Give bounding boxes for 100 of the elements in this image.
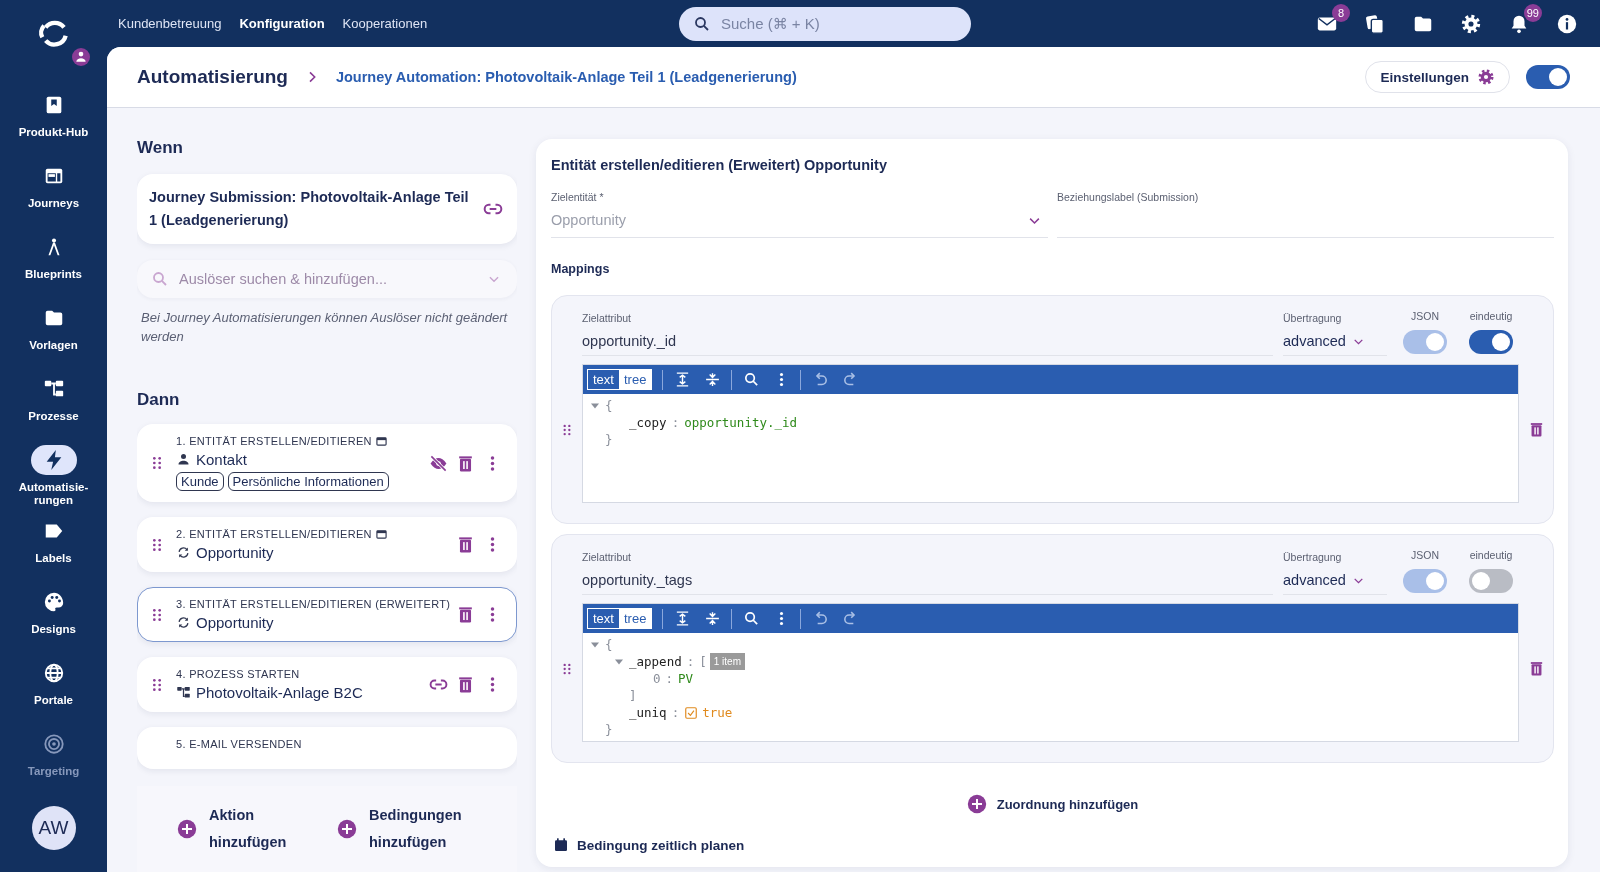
section-heading: Dann bbox=[137, 390, 181, 410]
palette-icon bbox=[42, 591, 65, 613]
copies-icon[interactable] bbox=[1364, 12, 1386, 35]
json-colon: : bbox=[670, 704, 681, 721]
nav-tab[interactable]: Konfiguration bbox=[239, 16, 325, 31]
tag: Persönliche Informationen bbox=[227, 472, 389, 491]
table-icon bbox=[375, 435, 387, 447]
field-label: Zielattribut bbox=[582, 551, 633, 563]
delete-icon[interactable] bbox=[456, 675, 475, 694]
unique-toggle[interactable] bbox=[1469, 569, 1513, 593]
person-icon bbox=[176, 452, 191, 467]
add-action-button[interactable]: Aktion hinzufügen bbox=[177, 802, 297, 856]
action-card[interactable]: 1. ENTITÄT ERSTELLEN/EDITIEREN Kontakt Kunde Persönliche Informationen bbox=[137, 424, 517, 502]
checkbox-icon[interactable] bbox=[684, 705, 699, 720]
json-editor[interactable]: text tree { _copy : opportunity._id } bbox=[582, 364, 1519, 503]
plus-icon bbox=[177, 819, 197, 839]
toggle-label: eindeutig bbox=[1469, 310, 1513, 322]
sync-icon bbox=[176, 545, 191, 560]
delete-icon[interactable] bbox=[456, 605, 475, 624]
action-name: Photovoltaik-Anlage B2C bbox=[196, 684, 363, 701]
json-key: _copy bbox=[629, 414, 667, 431]
mode-tab[interactable]: tree bbox=[618, 370, 652, 389]
action-name: Opportunity bbox=[196, 544, 274, 561]
search-icon bbox=[151, 270, 169, 288]
sidebar-item[interactable]: Journeys bbox=[3, 161, 104, 232]
sidebar-item[interactable]: Produkt-Hub bbox=[3, 90, 104, 161]
plus-icon bbox=[966, 794, 987, 814]
field-label: Übertragung bbox=[1283, 312, 1343, 324]
item-count-badge: 1 item bbox=[709, 653, 745, 670]
hint-text: Bei Journey Automatisierungen können Auslöser nicht geändert werden bbox=[141, 309, 509, 346]
json-colon: : bbox=[685, 653, 696, 670]
settings-icon[interactable] bbox=[1460, 12, 1482, 35]
json-bracket: { bbox=[605, 397, 613, 414]
add-mapping-button[interactable]: Zuordnung hinzufügen bbox=[960, 793, 1145, 815]
sidebar-item[interactable]: Blueprints bbox=[3, 232, 104, 303]
hidden-icon[interactable] bbox=[429, 453, 448, 473]
json-value: true bbox=[702, 704, 733, 721]
calendar-icon bbox=[553, 837, 569, 853]
info-icon[interactable] bbox=[1556, 12, 1578, 35]
relation-label-field[interactable]: Beziehungslabel (Submission) bbox=[1057, 191, 1554, 238]
search-icon bbox=[693, 14, 711, 33]
action-card[interactable]: 2. ENTITÄT ERSTELLEN/EDITIEREN Opportunity bbox=[137, 517, 517, 572]
json-index: 0 bbox=[653, 670, 661, 687]
collapse-all-icon[interactable] bbox=[703, 371, 721, 388]
flowchart-icon bbox=[176, 685, 191, 700]
action-name: Kontakt bbox=[196, 451, 247, 468]
sync-icon bbox=[176, 615, 191, 630]
action-name: Opportunity bbox=[196, 614, 274, 631]
toggle-label: JSON bbox=[1411, 549, 1439, 561]
json-bracket: [ bbox=[699, 653, 707, 670]
action-card[interactable]: 5. E-MAIL VERSENDEN bbox=[137, 727, 517, 769]
collapse-all-icon[interactable] bbox=[703, 610, 721, 627]
json-editor[interactable]: text tree { _append : [ 1 item 0 : PV ] _uniq : true } bbox=[582, 603, 1519, 742]
json-colon: : bbox=[670, 414, 681, 431]
attribute-field[interactable]: Zielattribut opportunity._tags bbox=[582, 551, 1273, 595]
page-title: Automatisierung bbox=[137, 66, 288, 88]
trigger-title: Journey Submission: Photovoltaik-Anlage Teil 1 (Leadgenerierung) bbox=[149, 188, 470, 230]
panel-title: Entität erstellen/editieren (Erweitert) Opportunity bbox=[551, 157, 888, 173]
avatar[interactable]: AW bbox=[31, 806, 76, 850]
toggle-label: JSON bbox=[1411, 310, 1439, 322]
json-bracket: } bbox=[605, 721, 613, 738]
action-label: 4. PROZESS STARTEN bbox=[176, 668, 300, 680]
nav-tab[interactable]: Kundenbetreuung bbox=[118, 16, 222, 31]
unique-toggle[interactable] bbox=[1469, 330, 1513, 354]
delete-icon[interactable] bbox=[456, 453, 475, 473]
action-label: 1. ENTITÄT ERSTELLEN/EDITIEREN bbox=[176, 435, 372, 447]
search-icon[interactable] bbox=[742, 610, 760, 627]
attribute-field[interactable]: Zielattribut opportunity._id bbox=[582, 312, 1273, 356]
field-label: Übertragung bbox=[1283, 551, 1343, 563]
sidebar-item[interactable]: Designs bbox=[3, 587, 104, 658]
search-field[interactable]: Suche (⌘ + K) bbox=[679, 6, 971, 41]
breadcrumb-link[interactable]: Journey Automation: Photovoltaik-Anlage Teil 1 (Leadgenerierung) bbox=[335, 69, 797, 85]
schedule-link[interactable]: Bedingung zeitlich planen bbox=[577, 837, 745, 853]
transfer-dropdown[interactable]: advanced bbox=[1283, 333, 1365, 349]
action-card[interactable]: 3. ENTITÄT ERSTELLEN/EDITIEREN (ERWEITERT) Opportunity bbox=[137, 587, 517, 642]
mode-tab[interactable]: tree bbox=[618, 609, 652, 628]
nav-tab[interactable]: Kooperationen bbox=[342, 16, 428, 31]
json-colon: : bbox=[664, 670, 675, 687]
json-value: PV bbox=[678, 670, 694, 687]
sidebar-item[interactable]: Labels bbox=[3, 516, 104, 587]
action-card[interactable]: 4. PROZESS STARTEN Photovoltaik-Anlage B2C bbox=[137, 657, 517, 712]
count-badge: 8 bbox=[1332, 3, 1350, 22]
section-heading: Wenn bbox=[137, 138, 184, 158]
json-value: opportunity._id bbox=[684, 414, 798, 431]
field-value: opportunity._tags bbox=[582, 572, 694, 588]
field-value: opportunity._id bbox=[582, 333, 678, 349]
transfer-dropdown[interactable]: advanced bbox=[1283, 572, 1365, 588]
sidebar-item[interactable]: Portale bbox=[3, 658, 104, 729]
delete-icon[interactable] bbox=[456, 535, 475, 554]
json-bracket: ] bbox=[629, 687, 637, 704]
toggle-label: eindeutig bbox=[1469, 549, 1513, 561]
sidebar-item[interactable]: Automatisie-rungen bbox=[3, 445, 104, 516]
action-label: 2. ENTITÄT ERSTELLEN/EDITIEREN bbox=[176, 528, 372, 540]
trigger-card[interactable]: Journey Submission: Photovoltaik-Anlage Teil 1 (Leadgenerierung) bbox=[137, 174, 517, 244]
settings-button[interactable]: Einstellungen bbox=[1365, 61, 1510, 93]
sidebar-item[interactable]: Prozesse bbox=[3, 374, 104, 445]
sidebar-item[interactable]: Vorlagen bbox=[3, 303, 104, 374]
search-icon[interactable] bbox=[742, 371, 760, 388]
action-label: 3. ENTITÄT ERSTELLEN/EDITIEREN (ERWEITERT) bbox=[176, 598, 451, 610]
active-toggle[interactable] bbox=[1526, 65, 1570, 89]
